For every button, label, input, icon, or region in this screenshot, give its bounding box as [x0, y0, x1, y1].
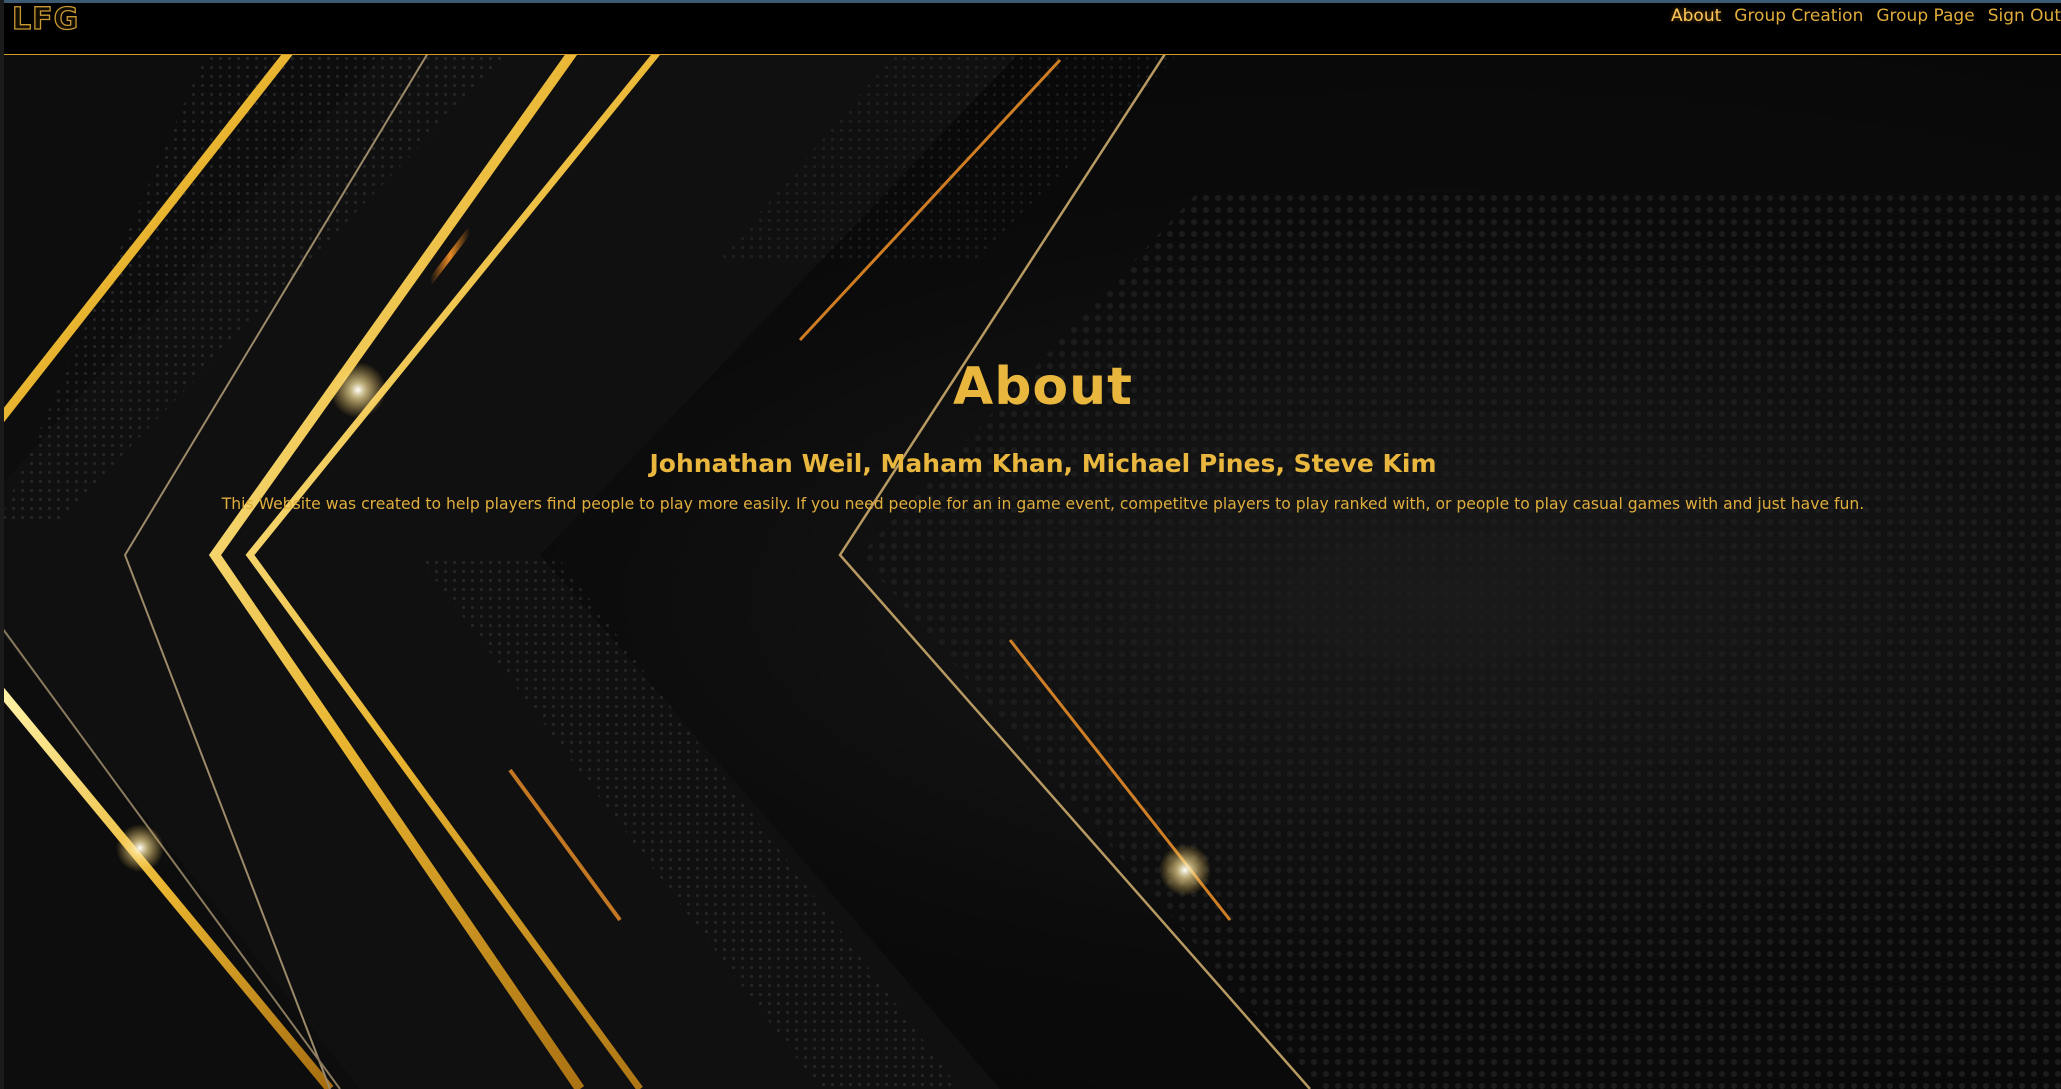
nav-link-sign-out[interactable]: Sign Out — [1988, 5, 2061, 27]
nav-link-group-page[interactable]: Group Page — [1876, 5, 1974, 27]
top-navbar: LFG About Group Creation Group Page Sign… — [4, 2, 2061, 55]
nav-link-about[interactable]: About — [1671, 5, 1721, 27]
window-left-edge — [0, 0, 4, 1089]
site-logo[interactable]: LFG — [11, 2, 79, 37]
about-content: About Johnathan Weil, Maham Khan, Michae… — [0, 355, 2061, 514]
about-page: LFG About Group Creation Group Page Sign… — [0, 0, 2061, 1089]
authors-heading: Johnathan Weil, Maham Khan, Michael Pine… — [649, 449, 1437, 478]
nav-links: About Group Creation Group Page Sign Out — [1671, 5, 2061, 27]
about-description: This Website was created to help players… — [221, 495, 1865, 513]
background-artwork — [0, 0, 2061, 1089]
nav-link-group-creation[interactable]: Group Creation — [1734, 5, 1863, 27]
page-title: About — [952, 357, 1134, 417]
